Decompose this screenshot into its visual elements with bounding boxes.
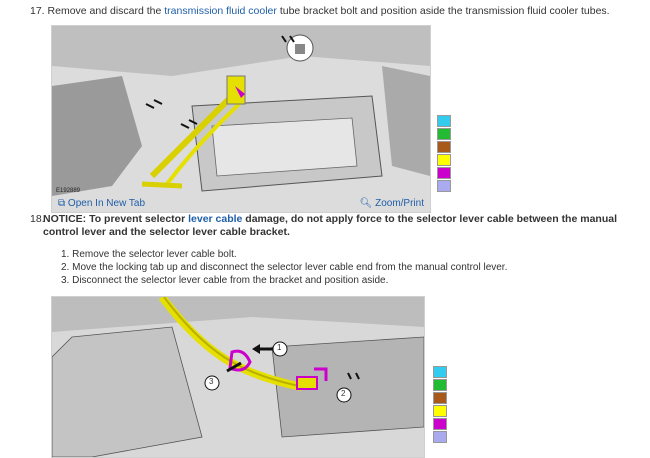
palette-swatch-lavender xyxy=(437,180,451,192)
substep-item: 2. Move the locking tab up and disconnec… xyxy=(61,262,508,273)
palette-swatch-brown xyxy=(433,392,447,404)
open-tab-icon: ⧉ xyxy=(58,198,66,209)
palette-swatch-yellow xyxy=(437,154,451,166)
substep-item: 1. Remove the selector lever cable bolt. xyxy=(61,249,237,260)
substep-item: 3. Disconnect the selector lever cable f… xyxy=(61,275,389,286)
zoom-print-label: Zoom/Print xyxy=(375,198,424,209)
palette-swatch-green xyxy=(433,379,447,391)
palette-swatch-lavender xyxy=(433,431,447,443)
palette-swatch-magenta xyxy=(433,418,447,430)
zoom-print-link[interactable]: 🔍︎ Zoom/Print xyxy=(360,198,424,209)
step-17-text: 17. Remove and discard the transmission … xyxy=(30,5,610,18)
step-18-notice: NOTICE: To prevent selector lever cable … xyxy=(43,213,645,239)
transmission-fluid-cooler-link[interactable]: transmission fluid cooler xyxy=(164,5,277,17)
palette-swatch-yellow xyxy=(433,405,447,417)
callout-2: 2 xyxy=(341,389,346,398)
figure-1-code: E192889 xyxy=(56,188,81,194)
open-in-new-tab-link[interactable]: ⧉ Open In New Tab xyxy=(58,198,145,209)
figure-1-illustration xyxy=(52,26,430,212)
open-tab-label: Open In New Tab xyxy=(67,198,146,209)
callout-3: 3 xyxy=(209,377,214,386)
step-18-number: 18. xyxy=(30,213,45,225)
figure-2-illustration xyxy=(52,297,424,457)
color-palette-2 xyxy=(433,366,447,444)
palette-swatch-magenta xyxy=(437,167,451,179)
palette-swatch-cyan xyxy=(433,366,447,378)
magnifier-icon: 🔍︎ xyxy=(359,198,373,209)
step-18-notice-prefix: NOTICE: To prevent selector xyxy=(43,213,189,225)
substep-list: 1. Remove the selector lever cable bolt.… xyxy=(61,248,507,287)
step-18-text: 18. NOTICE: To prevent selector lever ca… xyxy=(30,213,645,239)
step-17-suffix: tube bracket bolt and position aside the… xyxy=(276,5,610,17)
figure-1: E192889 ⧉ Open In New Tab 🔍︎ Zoom/Print xyxy=(51,25,431,213)
palette-swatch-cyan xyxy=(437,115,451,127)
palette-swatch-brown xyxy=(437,141,451,153)
callout-1: 1 xyxy=(277,343,282,352)
lever-cable-link[interactable]: lever cable xyxy=(188,213,242,225)
step-17-number: 17. xyxy=(30,5,45,17)
color-palette-1 xyxy=(437,115,451,193)
palette-swatch-green xyxy=(437,128,451,140)
figure-2: 1 2 3 xyxy=(51,296,425,458)
step-17-prefix: Remove and discard the xyxy=(47,5,165,17)
